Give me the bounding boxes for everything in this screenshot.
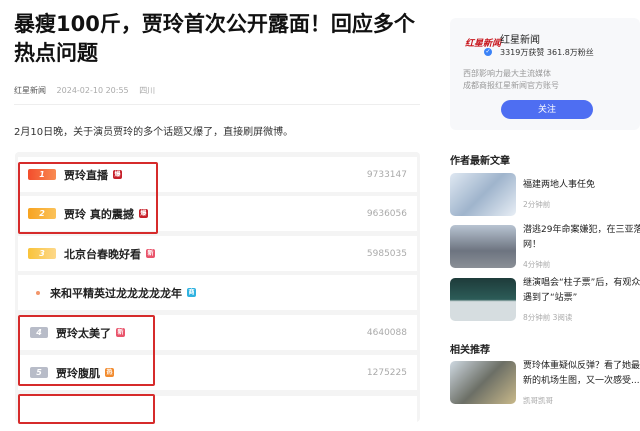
author-logo: 红星新闻	[465, 39, 502, 49]
article-thumbnail	[450, 361, 516, 404]
hot-badge: 商	[187, 288, 196, 297]
article-title: 贾玲体重疑似反弹？看了她最新的机场生图，又一次感受...	[523, 361, 640, 386]
article-title: 暴瘦100斤，贾玲首次公开露面！回应多个热点问题	[14, 12, 415, 65]
publish-time: 2024-02-10 20:55	[56, 86, 129, 95]
hot-search-row[interactable]: 3 北京台春晚好看新 5985035	[18, 236, 417, 271]
article-meta: 8分钟前 3阅读	[523, 313, 573, 322]
hot-search-title[interactable]: 来和平精英过龙龙龙龙龙年	[50, 285, 182, 301]
highlight-box	[18, 162, 158, 234]
article-thumbnail	[450, 225, 516, 268]
follow-button[interactable]: 关注	[501, 100, 593, 119]
article-title: 福建两地人事任免	[523, 180, 596, 190]
hot-search-row[interactable]: 来和平精英过龙龙龙龙龙年商	[18, 275, 417, 310]
article-card[interactable]: 继演唱会“柱子票”后，有观众遇到了“站票” 8分钟前 3阅读	[450, 278, 640, 323]
desc-line: 成都商报红星新闻官方账号	[463, 81, 559, 90]
article-thumbnail	[450, 173, 516, 216]
author-stats: 3319万获赞 361.8万粉丝	[500, 48, 594, 57]
location: 四川	[139, 86, 156, 95]
article-title: 潜逃29年命案嫌犯，在三亚落网！	[523, 225, 640, 250]
hot-count: 4640088	[366, 327, 407, 338]
related-article-card[interactable]: 贾玲体重疑似反弹？看了她最新的机场生图，又一次感受... 凯哥凯哥	[450, 361, 640, 406]
article-paragraph: 2月10日晚，关于演员贾玲的多个话题又爆了，直接刷屏微博。	[14, 127, 294, 138]
article-card[interactable]: 潜逃29年命案嫌犯，在三亚落网！ 4分钟前	[450, 225, 640, 270]
divider	[14, 104, 420, 105]
article-title: 继演唱会“柱子票”后，有观众遇到了“站票”	[523, 278, 640, 303]
article-meta: 红星新闻 2024-02-10 20:55 四川	[14, 85, 163, 96]
hot-search-title[interactable]: 北京台春晚好看	[64, 246, 141, 262]
promoted-dot	[36, 290, 40, 295]
highlight-box	[18, 315, 155, 386]
hot-count: 1275225	[366, 367, 407, 378]
related-heading: 相关推荐	[450, 345, 490, 356]
hot-count: 9636056	[366, 208, 407, 219]
article-meta: 凯哥凯哥	[523, 396, 553, 405]
latest-articles-heading: 作者最新文章	[450, 156, 510, 167]
hot-count: 9733147	[366, 169, 407, 180]
hot-count: 5985035	[366, 248, 407, 259]
desc-line: 西部影响力最大主流媒体	[463, 69, 551, 78]
author-name[interactable]: 红星新闻	[500, 31, 540, 46]
highlight-box	[18, 394, 155, 424]
article-card[interactable]: 福建两地人事任免 2分钟前	[450, 173, 640, 218]
source-link[interactable]: 红星新闻	[14, 86, 46, 95]
hot-badge: 新	[146, 249, 155, 258]
article-meta: 2分钟前	[523, 200, 551, 209]
author-desc: 西部影响力最大主流媒体 成都商报红星新闻官方账号	[463, 68, 559, 92]
rank-badge: 3	[28, 248, 56, 259]
article-meta: 4分钟前	[523, 260, 551, 269]
article-thumbnail	[450, 278, 516, 321]
verified-icon: ✓	[484, 48, 492, 56]
